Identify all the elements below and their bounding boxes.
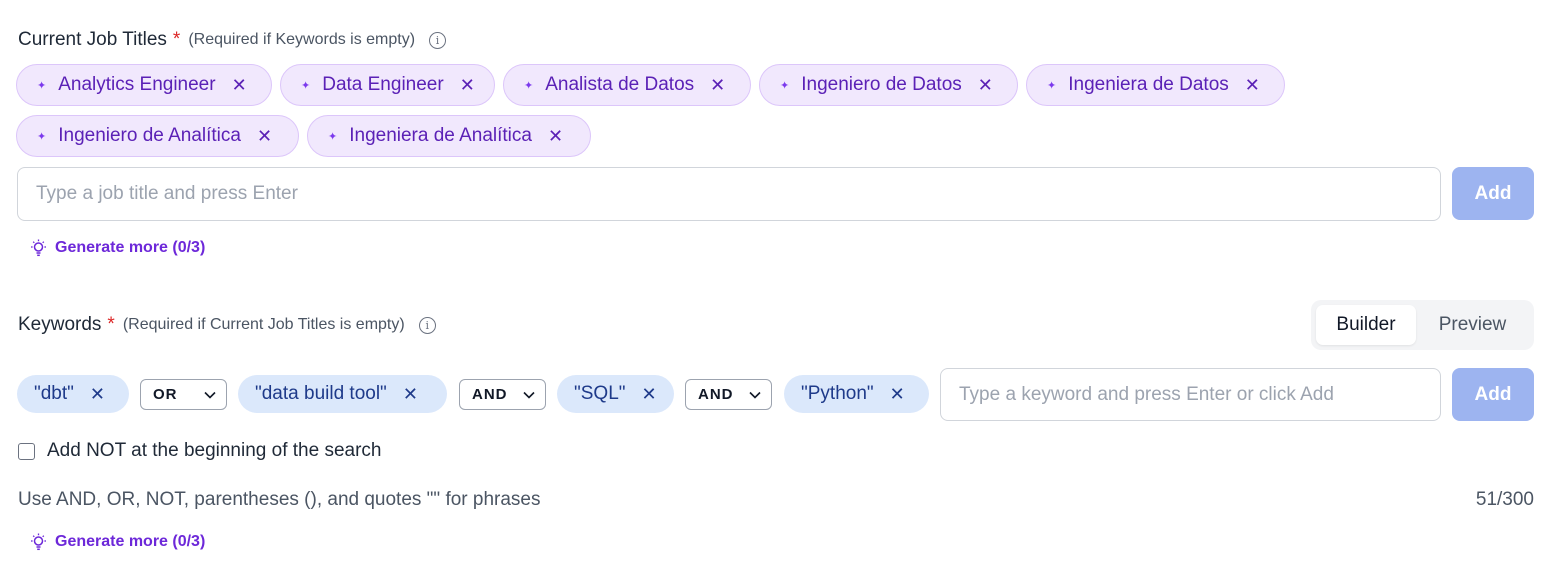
job-title-chip: ✦ Ingeniera de Analítica ✕ [307,115,591,157]
operator-select[interactable]: AND [459,379,546,410]
keyword-chip: "dbt" ✕ [17,375,129,413]
lightbulb-icon [31,239,46,257]
operator-select[interactable]: AND [685,379,772,410]
operator-value: AND [472,386,508,403]
sparkle-icon: ✦ [37,79,47,92]
keywords-label-row: Keywords * (Required if Current Job Titl… [18,314,436,336]
close-icon[interactable]: ✕ [710,75,725,96]
chip-label: Ingeniero de Analítica [58,125,241,146]
chip-label: Ingeniera de Datos [1068,74,1229,95]
close-icon[interactable]: ✕ [232,75,247,96]
keywords-label: Keywords [18,314,102,335]
character-counter: 51/300 [1475,489,1534,510]
close-icon[interactable]: ✕ [890,384,905,405]
add-keyword-button[interactable]: Add [1452,368,1534,421]
sparkle-icon: ✦ [328,130,338,143]
job-title-chip: ✦ Ingeniero de Analítica ✕ [16,115,299,157]
required-marker: * [107,314,115,335]
info-icon[interactable]: i [418,316,436,334]
close-icon[interactable]: ✕ [460,75,475,96]
job-title-chip: ✦ Analista de Datos ✕ [503,64,751,106]
sparkle-icon: ✦ [301,79,311,92]
generate-more-keywords-link[interactable]: Generate more (0/3) [30,533,205,551]
close-icon[interactable]: ✕ [257,126,272,147]
view-mode-toggle: Builder Preview [1311,300,1534,350]
sparkle-icon: ✦ [780,79,790,92]
required-marker: * [172,29,181,50]
keyword-chip: "Python" ✕ [784,375,929,413]
sparkle-icon: ✦ [1047,79,1057,92]
not-option-row: Add NOT at the beginning of the search [18,440,381,462]
close-icon[interactable]: ✕ [978,75,993,96]
info-icon[interactable]: i [429,31,447,49]
job-title-chip: ✦ Ingeniera de Datos ✕ [1026,64,1285,106]
chevron-down-icon [523,391,535,399]
job-title-input[interactable] [36,183,1422,205]
operator-value: OR [153,386,178,403]
job-titles-label: Current Job Titles [18,29,167,50]
job-title-input-wrapper [17,167,1441,221]
operator-value: AND [698,386,734,403]
chip-label: Ingeniero de Datos [801,74,962,95]
keyword-chip-label: "data build tool" [255,383,387,404]
keyword-chip-label: "dbt" [34,383,74,404]
job-title-chip: ✦ Data Engineer ✕ [280,64,495,106]
close-icon[interactable]: ✕ [642,384,657,405]
chevron-down-icon [204,391,216,399]
generate-more-job-titles-link[interactable]: Generate more (0/3) [30,239,205,257]
keyword-chip-label: "Python" [801,383,874,404]
add-job-title-button[interactable]: Add [1452,167,1534,220]
job-title-chip: ✦ Ingeniero de Datos ✕ [759,64,1018,106]
generate-more-label: Generate more (0/3) [55,239,206,256]
keywords-hint: (Required if Current Job Titles is empty… [122,316,405,333]
keyword-chip: "data build tool" ✕ [238,375,447,413]
keyword-chip-label: "SQL" [574,383,626,404]
not-checkbox[interactable] [18,442,35,460]
job-titles-hint: (Required if Keywords is empty) [188,31,416,48]
chip-label: Ingeniera de Analítica [349,125,532,146]
keyword-input-wrapper [940,368,1441,421]
job-titles-label-row: Current Job Titles * (Required if Keywor… [18,29,447,51]
preview-tab[interactable]: Preview [1416,305,1529,345]
sparkle-icon: ✦ [524,79,534,92]
chip-label: Analytics Engineer [58,74,216,95]
sparkle-icon: ✦ [37,130,47,143]
job-title-chip: ✦ Analytics Engineer ✕ [16,64,272,106]
generate-more-label: Generate more (0/3) [55,533,206,550]
close-icon[interactable]: ✕ [548,126,563,147]
keyword-help-text: Use AND, OR, NOT, parentheses (), and qu… [18,489,541,510]
builder-tab[interactable]: Builder [1316,305,1416,345]
close-icon[interactable]: ✕ [90,384,105,405]
operator-select[interactable]: OR [140,379,227,410]
close-icon[interactable]: ✕ [403,384,418,405]
close-icon[interactable]: ✕ [1245,75,1260,96]
not-checkbox-label[interactable]: Add NOT at the beginning of the search [47,440,381,462]
chevron-down-icon [749,391,761,399]
chip-label: Data Engineer [322,74,444,95]
chip-label: Analista de Datos [545,74,695,95]
keyword-chip: "SQL" ✕ [557,375,674,413]
keyword-input[interactable] [959,383,1422,406]
lightbulb-icon [31,533,46,551]
